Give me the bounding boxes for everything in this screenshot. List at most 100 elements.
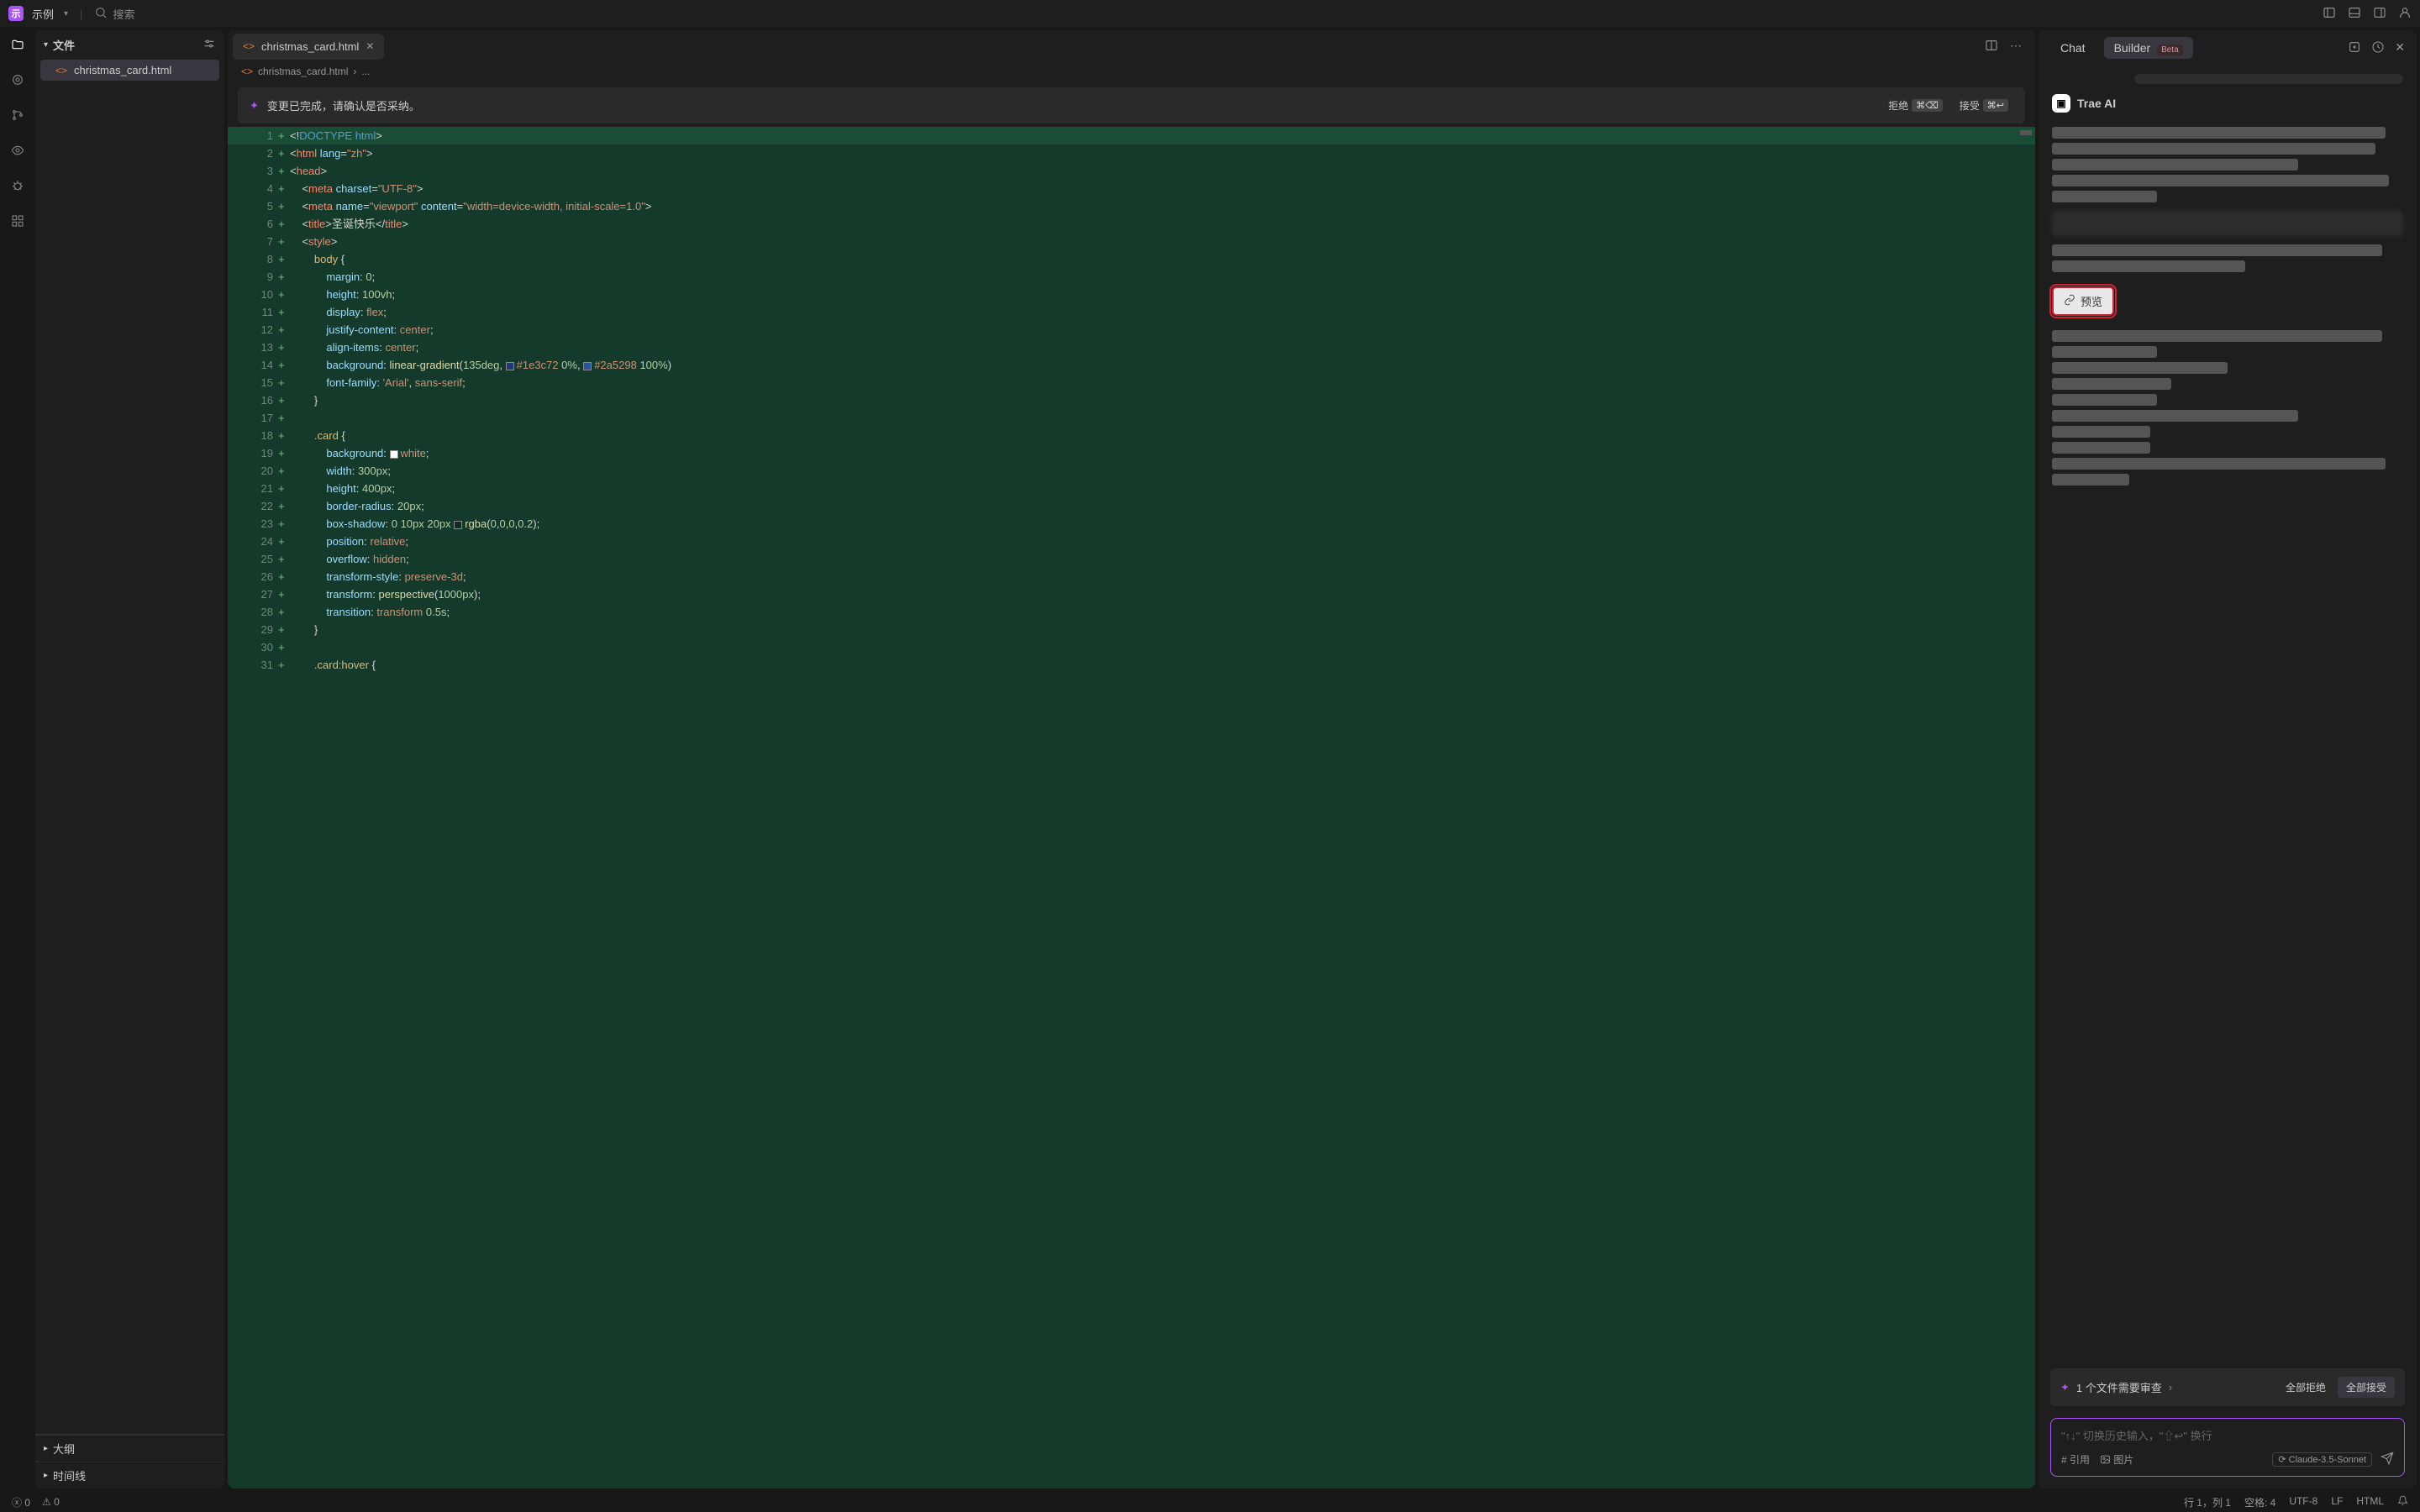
code-editor[interactable]: 1+<!DOCTYPE html>2+<html lang="zh">3+<he… — [228, 127, 2035, 1488]
preview-button[interactable]: 预览 — [2052, 286, 2114, 316]
ai-panel: Chat Builder Beta ✕ ▣ Trae AI — [2039, 30, 2417, 1488]
code-line[interactable]: 29+ } — [228, 621, 2035, 638]
code-line[interactable]: 4+ <meta charset="UTF-8"> — [228, 180, 2035, 197]
code-line[interactable]: 2+<html lang="zh"> — [228, 144, 2035, 162]
search-input[interactable]: 搜索 — [94, 6, 134, 22]
code-line[interactable]: 1+<!DOCTYPE html> — [228, 127, 2035, 144]
explorer-icon[interactable] — [8, 35, 27, 54]
tab-chat[interactable]: Chat — [2050, 37, 2096, 59]
tab-builder[interactable]: Builder Beta — [2104, 37, 2193, 59]
notifications-icon[interactable] — [2397, 1495, 2408, 1509]
model-name: Claude-3.5-Sonnet — [2289, 1455, 2366, 1465]
code-line[interactable]: 10+ height: 100vh; — [228, 286, 2035, 303]
search-icon — [94, 6, 108, 22]
reject-kbd: ⌘⌫ — [1912, 99, 1943, 112]
app-logo: 示 — [8, 6, 24, 21]
language-mode[interactable]: HTML — [2356, 1495, 2384, 1509]
extensions-icon[interactable] — [8, 212, 27, 230]
code-line[interactable]: 22+ border-radius: 20px; — [228, 497, 2035, 515]
errors-count[interactable]: ⓧ 0 — [12, 1495, 30, 1509]
visibility-icon[interactable] — [8, 141, 27, 160]
ai-header: ▣ Trae AI — [2052, 94, 2403, 113]
sidebar-settings-icon[interactable] — [203, 37, 216, 53]
accept-button[interactable]: 接受 ⌘↩ — [1954, 96, 2013, 115]
eol[interactable]: LF — [2331, 1495, 2343, 1509]
chevron-down-icon[interactable]: ▾ — [64, 9, 68, 18]
split-editor-icon[interactable] — [1985, 39, 1998, 55]
source-control-icon[interactable] — [8, 106, 27, 124]
beta-badge: Beta — [2157, 45, 2183, 55]
breadcrumb[interactable]: <> christmas_card.html › ... — [228, 62, 2035, 81]
reject-all-button[interactable]: 全部拒绝 — [2277, 1377, 2334, 1398]
cursor-position[interactable]: 行 1，列 1 — [2184, 1495, 2231, 1509]
reject-button[interactable]: 拒绝 ⌘⌫ — [1883, 96, 1948, 115]
code-line[interactable]: 25+ overflow: hidden; — [228, 550, 2035, 568]
indentation[interactable]: 空格: 4 — [2244, 1495, 2275, 1509]
aim-icon[interactable] — [8, 71, 27, 89]
encoding[interactable]: UTF-8 — [2289, 1495, 2317, 1509]
code-line[interactable]: 8+ body { — [228, 250, 2035, 268]
code-line[interactable]: 20+ width: 300px; — [228, 462, 2035, 480]
code-line[interactable]: 17+ — [228, 409, 2035, 427]
input-placeholder: "↑↓" 切换历史输入，"⇧↩" 换行 — [2061, 1427, 2394, 1443]
review-text: 1 个文件需要审查 — [2076, 1379, 2162, 1395]
code-line[interactable]: 5+ <meta name="viewport" content="width=… — [228, 197, 2035, 215]
account-icon[interactable] — [2398, 6, 2412, 22]
tab-christmas-card[interactable]: <> christmas_card.html ✕ — [233, 34, 384, 60]
code-line[interactable]: 13+ align-items: center; — [228, 339, 2035, 356]
code-line[interactable]: 16+ } — [228, 391, 2035, 409]
user-message — [2134, 74, 2403, 84]
code-line[interactable]: 24+ position: relative; — [228, 533, 2035, 550]
sidebar: ▾ 文件 <>christmas_card.html ▸大纲▸时间线 — [35, 30, 224, 1488]
minimap[interactable] — [2020, 130, 2032, 135]
chevron-right-icon[interactable]: › — [2169, 1381, 2172, 1394]
file-item[interactable]: <>christmas_card.html — [40, 60, 219, 81]
code-line[interactable]: 27+ transform: perspective(1000px); — [228, 585, 2035, 603]
sidebar-section[interactable]: ▸时间线 — [35, 1462, 224, 1488]
panel-right-icon[interactable] — [2373, 6, 2386, 22]
debug-icon[interactable] — [8, 176, 27, 195]
ai-avatar-icon: ▣ — [2052, 94, 2070, 113]
app-name: 示例 — [32, 6, 54, 22]
divider: | — [80, 8, 82, 20]
code-line[interactable]: 11+ display: flex; — [228, 303, 2035, 321]
titlebar: 示 示例 ▾ | 搜索 — [0, 0, 2420, 27]
code-line[interactable]: 12+ justify-content: center; — [228, 321, 2035, 339]
html-file-icon: <> — [241, 66, 253, 77]
code-line[interactable]: 3+<head> — [228, 162, 2035, 180]
code-line[interactable]: 15+ font-family: 'Arial', sans-serif; — [228, 374, 2035, 391]
code-line[interactable]: 19+ background: white; — [228, 444, 2035, 462]
cite-button[interactable]: # 引用 — [2061, 1452, 2090, 1467]
code-line[interactable]: 23+ box-shadow: 0 10px 20px rgba(0,0,0,0… — [228, 515, 2035, 533]
code-line[interactable]: 31+ .card:hover { — [228, 656, 2035, 674]
code-line[interactable]: 30+ — [228, 638, 2035, 656]
editor: <> christmas_card.html ✕ ⋯ <> christmas_… — [228, 30, 2035, 1488]
image-button[interactable]: 图片 — [2100, 1452, 2133, 1467]
html-file-icon: <> — [55, 65, 67, 76]
code-line[interactable]: 9+ margin: 0; — [228, 268, 2035, 286]
more-icon[interactable]: ⋯ — [2010, 39, 2022, 55]
new-chat-icon[interactable] — [2348, 40, 2361, 56]
code-line[interactable]: 21+ height: 400px; — [228, 480, 2035, 497]
panel-left-icon[interactable] — [2323, 6, 2336, 22]
accept-label: 接受 — [1960, 98, 1980, 113]
code-line[interactable]: 6+ <title>圣诞快乐</title> — [228, 215, 2035, 233]
panel-bottom-icon[interactable] — [2348, 6, 2361, 22]
code-line[interactable]: 18+ .card { — [228, 427, 2035, 444]
code-line[interactable]: 7+ <style> — [228, 233, 2035, 250]
chevron-down-icon[interactable]: ▾ — [44, 40, 48, 50]
history-icon[interactable] — [2371, 40, 2385, 56]
close-panel-icon[interactable]: ✕ — [2395, 40, 2405, 56]
accept-all-button[interactable]: 全部接受 — [2338, 1377, 2395, 1398]
warnings-count[interactable]: ⚠ 0 — [42, 1496, 60, 1508]
close-icon[interactable]: ✕ — [366, 40, 374, 52]
sidebar-section[interactable]: ▸大纲 — [35, 1435, 224, 1462]
preview-label: 预览 — [2081, 293, 2102, 309]
code-line[interactable]: 14+ background: linear-gradient(135deg, … — [228, 356, 2035, 374]
model-selector[interactable]: ⟳ Claude-3.5-Sonnet — [2272, 1452, 2372, 1467]
code-line[interactable]: 28+ transition: transform 0.5s; — [228, 603, 2035, 621]
code-line[interactable]: 26+ transform-style: preserve-3d; — [228, 568, 2035, 585]
reject-label: 拒绝 — [1888, 98, 1908, 113]
send-icon[interactable] — [2381, 1452, 2394, 1467]
chat-input[interactable]: "↑↓" 切换历史输入，"⇧↩" 换行 # 引用 图片 ⟳ Claude-3.5… — [2050, 1418, 2405, 1477]
